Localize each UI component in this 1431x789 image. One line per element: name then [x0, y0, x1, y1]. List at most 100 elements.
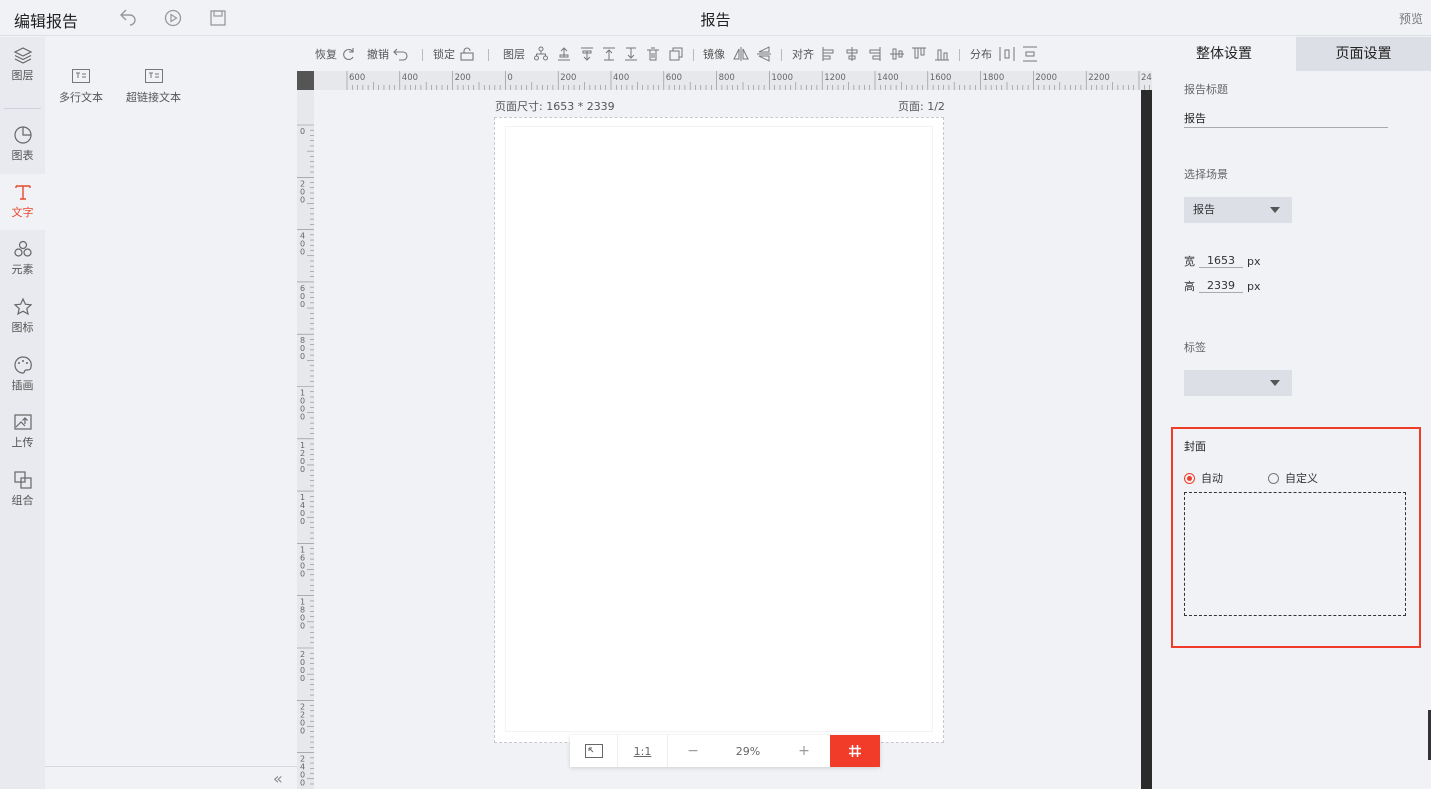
nav-item-illustration[interactable]: 插画 — [0, 347, 45, 403]
caret-down-icon — [1270, 207, 1280, 213]
play-icon[interactable] — [163, 8, 183, 28]
horizontal-ruler-ticks: 600 400 200 0 200 400 600 800 1000 1200 1400 1600 18… — [346, 71, 1152, 90]
nav-label: 图标 — [11, 321, 34, 334]
ruler-label: 0 — [300, 517, 305, 526]
layer-structure-icon[interactable] — [533, 46, 549, 62]
ruler-label: 0 — [300, 726, 305, 735]
report-title-label: 报告标题 — [1184, 83, 1228, 96]
hyperlink-text-icon — [144, 69, 163, 83]
vertical-ruler: 0200400600800100012001400160018002000220… — [297, 90, 314, 789]
toolbar-separator — [959, 49, 960, 61]
grid-icon — [849, 745, 861, 757]
nav-item-chart[interactable]: 图表 — [0, 117, 45, 173]
send-to-back-icon[interactable] — [623, 46, 639, 62]
ruler-label: 0 — [300, 674, 305, 683]
ruler-label: 0 — [507, 73, 512, 83]
align-center-horizontal-icon[interactable] — [844, 46, 860, 62]
send-backward-icon[interactable] — [579, 46, 595, 62]
undo-button[interactable]: 撤销 — [367, 46, 409, 62]
page-margin-guide — [505, 126, 933, 732]
ruler-label: 200 — [455, 73, 471, 83]
bring-to-front-icon[interactable] — [601, 46, 617, 62]
ruler-label: 200 — [560, 73, 576, 83]
ruler-label: 2000 — [1035, 73, 1057, 83]
flip-horizontal-icon[interactable] — [733, 46, 749, 62]
palette-icon — [13, 356, 32, 374]
zoom-in-button[interactable]: + — [778, 735, 830, 767]
redo-button[interactable]: 恢复 — [315, 46, 355, 62]
actual-size-button[interactable]: 1:1 — [618, 735, 668, 767]
fit-screen-icon — [584, 744, 603, 758]
report-title-input[interactable]: 报告 — [1184, 110, 1388, 128]
grid-toggle-button[interactable] — [830, 735, 880, 767]
ruler-label: 1000 — [771, 73, 793, 83]
canvas-scrollbar[interactable] — [1141, 90, 1152, 789]
ruler-label: 2200 — [1088, 73, 1110, 83]
distribute-vertical-icon[interactable] — [1022, 46, 1038, 62]
nav-item-layers[interactable]: 图层 — [0, 37, 45, 93]
fit-screen-button[interactable] — [570, 735, 618, 767]
text-icon — [14, 185, 31, 200]
radio-checked-icon — [1184, 472, 1195, 484]
tag-select[interactable] — [1184, 370, 1292, 396]
lock-button[interactable]: 锁定 — [433, 46, 475, 62]
ruler-label: 0 — [300, 352, 305, 361]
nav-item-icons[interactable]: 图标 — [0, 289, 45, 345]
nav-label: 文字 — [11, 206, 34, 219]
upload-image-icon — [13, 414, 32, 430]
cover-preview-area[interactable] — [1184, 492, 1406, 616]
page-size-label: 页面尺寸: 1653 * 2339 — [495, 100, 615, 113]
toolbar-separator — [781, 49, 782, 61]
cover-auto-radio[interactable]: 自动 — [1184, 470, 1223, 486]
ruler-label: 600 — [666, 73, 682, 83]
delete-icon[interactable] — [645, 46, 661, 62]
nav-item-upload[interactable]: 上传 — [0, 404, 45, 460]
scene-select[interactable]: 报告 — [1184, 197, 1292, 223]
zoom-level: 29% — [735, 744, 761, 758]
report-page[interactable] — [494, 117, 944, 743]
nav-item-group[interactable]: 组合 — [0, 462, 45, 518]
hyperlink-text-tool[interactable]: 超链接文本 — [126, 69, 181, 105]
height-label: 高 — [1184, 280, 1195, 293]
align-center-vertical-icon[interactable] — [889, 46, 905, 62]
tag-label: 标签 — [1184, 341, 1206, 354]
distribute-label-group: 分布 — [970, 46, 992, 62]
nav-item-text[interactable]: 文字 — [0, 174, 45, 230]
undo-label: 撤销 — [367, 48, 389, 61]
save-icon[interactable] — [208, 8, 228, 28]
height-unit: px — [1247, 279, 1261, 293]
flip-vertical-icon[interactable] — [756, 46, 772, 62]
distribute-horizontal-icon[interactable] — [999, 46, 1015, 62]
width-input[interactable]: 1653 — [1199, 254, 1243, 268]
undo-arrow-icon — [393, 48, 408, 61]
pie-chart-icon — [13, 126, 32, 144]
nav-item-elements[interactable]: 元素 — [0, 231, 45, 287]
toolbar-separator — [693, 49, 694, 61]
caret-down-icon — [1270, 380, 1280, 386]
nav-label: 元素 — [11, 263, 34, 276]
tab-page-settings[interactable]: 页面设置 — [1296, 37, 1431, 71]
multiline-text-tool[interactable]: 多行文本 — [59, 69, 103, 105]
tab-global-settings[interactable]: 整体设置 — [1152, 37, 1296, 71]
cover-custom-radio[interactable]: 自定义 — [1268, 470, 1318, 486]
zoom-out-button[interactable]: − — [668, 735, 718, 767]
height-input[interactable]: 2339 — [1199, 279, 1243, 293]
undo-icon[interactable] — [118, 8, 138, 28]
preview-button[interactable]: 预览 — [1399, 10, 1423, 27]
toolbar: 恢复 撤销 锁定 图层 镜像 对齐 分布 — [297, 37, 1152, 71]
ruler-label: 600 — [349, 73, 365, 83]
panel-divider — [45, 766, 297, 767]
collapse-panel-icon[interactable]: « — [273, 769, 283, 788]
copy-icon[interactable] — [668, 46, 684, 62]
cover-auto-label: 自动 — [1201, 472, 1223, 485]
align-top-icon[interactable] — [911, 46, 927, 62]
horizontal-ruler: 600 400 200 0 200 400 600 800 1000 1200 1400 1600 18… — [297, 71, 1152, 90]
align-bottom-icon[interactable] — [934, 46, 950, 62]
nav-label: 插画 — [11, 379, 34, 392]
align-right-icon[interactable] — [866, 46, 882, 62]
cover-label: 封面 — [1184, 440, 1206, 453]
distribute-label: 分布 — [970, 48, 992, 61]
align-left-icon[interactable] — [821, 46, 837, 62]
bring-forward-icon[interactable] — [556, 46, 572, 62]
nav-label: 图表 — [11, 149, 34, 162]
